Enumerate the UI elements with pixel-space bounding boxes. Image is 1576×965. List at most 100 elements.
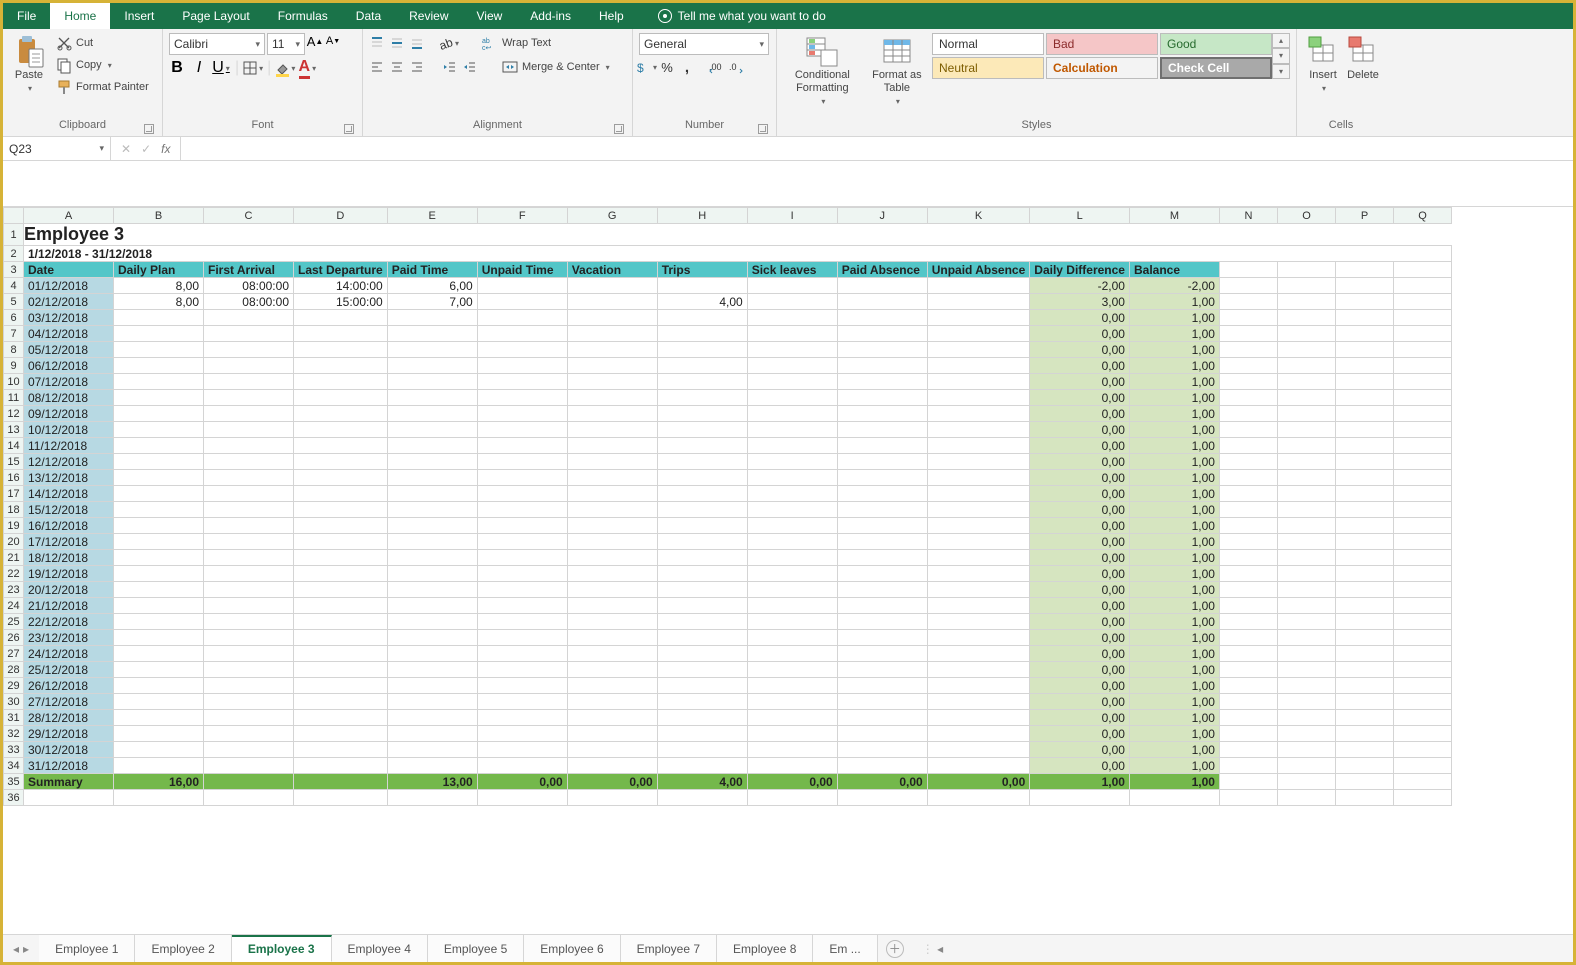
bold-button[interactable]: B (169, 60, 185, 76)
cell[interactable] (1277, 502, 1335, 518)
cell[interactable] (747, 486, 837, 502)
shrink-font-button[interactable]: A▼ (325, 33, 341, 49)
cell[interactable]: 30/12/2018 (24, 742, 114, 758)
cell[interactable] (1219, 502, 1277, 518)
cell[interactable] (477, 758, 567, 774)
cell[interactable]: 0,00 (1030, 486, 1130, 502)
cell[interactable] (747, 598, 837, 614)
cell[interactable] (477, 310, 567, 326)
cell[interactable] (567, 614, 657, 630)
column-header[interactable]: Last Departure (294, 262, 388, 278)
cell[interactable] (1393, 774, 1451, 790)
cell[interactable] (837, 550, 927, 566)
style-bad[interactable]: Bad (1046, 33, 1158, 55)
cell[interactable] (477, 566, 567, 582)
cell[interactable] (927, 486, 1030, 502)
cell[interactable]: 0,00 (927, 774, 1030, 790)
cell[interactable] (1219, 646, 1277, 662)
cell[interactable] (927, 342, 1030, 358)
conditional-formatting-button[interactable]: Conditional Formatting▾ (783, 33, 862, 110)
cell[interactable] (1335, 502, 1393, 518)
fill-color-button[interactable]: ▾ (277, 60, 293, 76)
cell[interactable] (837, 582, 927, 598)
cell[interactable] (294, 582, 388, 598)
cell[interactable] (204, 630, 294, 646)
cell[interactable] (477, 406, 567, 422)
cell[interactable]: 19/12/2018 (24, 566, 114, 582)
cell[interactable]: 0,00 (1030, 438, 1130, 454)
merge-center-button[interactable]: Merge & Center▾ (499, 57, 613, 77)
percent-button[interactable]: % (659, 59, 675, 75)
cell[interactable] (1219, 598, 1277, 614)
cell[interactable] (837, 326, 927, 342)
cell[interactable] (294, 310, 388, 326)
enter-formula-icon[interactable]: ✓ (141, 142, 151, 156)
cell[interactable]: 21/12/2018 (24, 598, 114, 614)
row-header[interactable]: 20 (4, 534, 24, 550)
row-header[interactable]: 22 (4, 566, 24, 582)
cell[interactable] (114, 790, 204, 806)
cell[interactable] (747, 726, 837, 742)
cell[interactable] (114, 326, 204, 342)
cell[interactable] (387, 790, 477, 806)
cell[interactable] (837, 678, 927, 694)
col-header-K[interactable]: K (927, 208, 1030, 224)
row-header[interactable]: 11 (4, 390, 24, 406)
cell[interactable] (1219, 534, 1277, 550)
cell[interactable] (294, 518, 388, 534)
cell[interactable] (747, 502, 837, 518)
cell[interactable] (204, 438, 294, 454)
cell[interactable] (567, 502, 657, 518)
cell[interactable] (477, 358, 567, 374)
cell[interactable] (1393, 470, 1451, 486)
cell[interactable] (1335, 742, 1393, 758)
align-left-button[interactable] (369, 59, 385, 75)
cell[interactable] (204, 774, 294, 790)
comma-button[interactable]: , (679, 59, 695, 75)
cell[interactable] (1335, 278, 1393, 294)
cell[interactable] (657, 438, 747, 454)
row-header[interactable]: 15 (4, 454, 24, 470)
col-header-F[interactable]: F (477, 208, 567, 224)
cell[interactable] (747, 710, 837, 726)
increase-indent-button[interactable] (461, 59, 477, 75)
cell[interactable]: 16/12/2018 (24, 518, 114, 534)
cell[interactable]: 0,00 (1030, 390, 1130, 406)
cell[interactable] (747, 278, 837, 294)
cell[interactable] (567, 758, 657, 774)
cell[interactable]: 0,00 (1030, 726, 1130, 742)
cell[interactable] (477, 294, 567, 310)
cell[interactable]: 09/12/2018 (24, 406, 114, 422)
cell[interactable] (204, 422, 294, 438)
cell[interactable]: 3,00 (1030, 294, 1130, 310)
cell[interactable]: 0,00 (1030, 582, 1130, 598)
cell[interactable] (387, 758, 477, 774)
cell[interactable] (567, 550, 657, 566)
cell[interactable] (477, 326, 567, 342)
cell[interactable] (837, 406, 927, 422)
cell[interactable]: 02/12/2018 (24, 294, 114, 310)
cell[interactable] (204, 614, 294, 630)
cell[interactable] (1277, 310, 1335, 326)
cell[interactable] (567, 630, 657, 646)
column-header[interactable]: Daily Plan (114, 262, 204, 278)
cell[interactable]: 27/12/2018 (24, 694, 114, 710)
cell[interactable] (837, 534, 927, 550)
cell[interactable] (567, 742, 657, 758)
cell[interactable] (747, 454, 837, 470)
cell[interactable] (1335, 614, 1393, 630)
copy-button[interactable]: Copy▾ (53, 55, 152, 75)
cell[interactable] (294, 790, 388, 806)
cell[interactable] (204, 710, 294, 726)
cell[interactable] (114, 342, 204, 358)
cell[interactable] (747, 390, 837, 406)
cell[interactable] (204, 758, 294, 774)
style-good[interactable]: Good (1160, 33, 1272, 55)
cell[interactable] (294, 774, 388, 790)
cell[interactable] (567, 598, 657, 614)
increase-decimal-button[interactable]: .00 (709, 59, 725, 75)
row-header[interactable]: 29 (4, 678, 24, 694)
row-header[interactable]: 33 (4, 742, 24, 758)
cell[interactable]: 18/12/2018 (24, 550, 114, 566)
cell[interactable] (1335, 342, 1393, 358)
